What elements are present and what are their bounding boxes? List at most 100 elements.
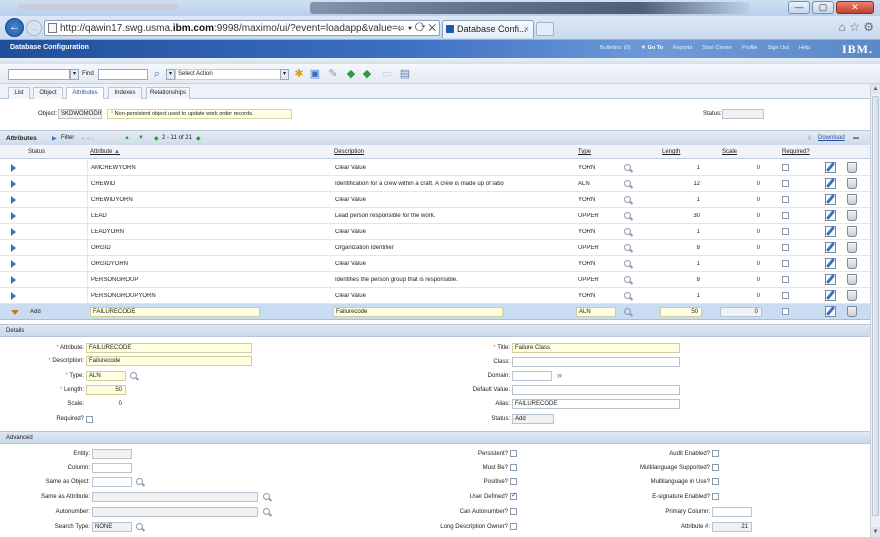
description-field[interactable]: Failurecode bbox=[86, 356, 252, 366]
user-defined-checkbox[interactable] bbox=[510, 491, 517, 500]
col-length[interactable]: Length bbox=[662, 149, 680, 155]
maximize-button[interactable]: ▢ bbox=[812, 1, 834, 14]
table-row[interactable]: LEAD Lead person responsible for the work… bbox=[0, 208, 870, 224]
select-action-dropdown[interactable]: Select Action bbox=[175, 69, 285, 80]
autonumber-lookup-icon[interactable] bbox=[263, 508, 270, 515]
delete-row-icon[interactable] bbox=[847, 274, 857, 285]
back-button[interactable]: ← bbox=[5, 18, 24, 37]
bulletin-icon[interactable]: ▭ bbox=[380, 67, 394, 81]
type-field[interactable]: ALN bbox=[86, 371, 126, 381]
row-required-checkbox[interactable] bbox=[782, 228, 789, 235]
alias-field[interactable]: FAILURECODE bbox=[512, 399, 680, 409]
forward-button[interactable]: → bbox=[26, 20, 42, 36]
select-action-arrow[interactable]: ▾ bbox=[166, 69, 175, 80]
row-expand-icon[interactable] bbox=[11, 276, 16, 284]
edit-row-icon[interactable] bbox=[825, 258, 836, 269]
row-scale-input[interactable]: 0 bbox=[720, 307, 762, 317]
edit-row-icon[interactable] bbox=[825, 194, 836, 205]
column-field[interactable] bbox=[92, 463, 132, 473]
tab-list[interactable]: List bbox=[8, 87, 30, 99]
previous-record-icon[interactable]: ◆ bbox=[344, 67, 358, 81]
edit-row-icon[interactable] bbox=[825, 274, 836, 285]
row-attribute[interactable]: AMCREWYORN bbox=[91, 165, 321, 171]
default-value-field[interactable] bbox=[512, 385, 680, 395]
row-length-input[interactable]: 50 bbox=[660, 307, 702, 317]
row-required-checkbox[interactable] bbox=[782, 196, 789, 203]
required-checkbox[interactable] bbox=[86, 416, 93, 423]
download-link[interactable]: Download bbox=[818, 135, 845, 141]
type-lookup-icon[interactable] bbox=[624, 196, 631, 203]
address-bar-tools[interactable]: ⌕ ▾ ⟳ ✕ bbox=[400, 23, 439, 34]
row-required-checkbox[interactable] bbox=[782, 164, 789, 171]
new-tab-button[interactable] bbox=[536, 22, 554, 36]
reports-link[interactable]: Reports bbox=[673, 45, 692, 51]
new-record-icon[interactable]: ✱ bbox=[292, 67, 306, 81]
row-required-checkbox[interactable] bbox=[782, 292, 789, 299]
class-field[interactable] bbox=[512, 357, 680, 367]
row-required-checkbox[interactable] bbox=[782, 244, 789, 251]
row-expand-icon[interactable] bbox=[11, 292, 16, 300]
autonumber-field[interactable] bbox=[92, 507, 258, 517]
row-attribute[interactable]: ORGID bbox=[91, 245, 321, 251]
browser-tab-database-config[interactable]: Database Confi... × bbox=[442, 20, 534, 38]
edit-row-icon[interactable] bbox=[825, 226, 836, 237]
row-attribute[interactable]: LEADYORN bbox=[91, 229, 321, 235]
entity-field[interactable] bbox=[92, 449, 132, 459]
row-expand-icon[interactable] bbox=[11, 228, 16, 236]
row-attribute[interactable]: CREWID bbox=[91, 181, 321, 187]
delete-row-icon[interactable] bbox=[847, 194, 857, 205]
same-as-attribute-field[interactable] bbox=[92, 492, 258, 502]
address-bar[interactable]: http://qawin17.swg.usma.ibm.com:9998/max… bbox=[44, 20, 440, 36]
delete-row-icon[interactable] bbox=[847, 290, 857, 301]
row-attribute[interactable]: CREWIDYORN bbox=[91, 197, 321, 203]
col-description[interactable]: Description bbox=[334, 149, 364, 155]
row-expand-icon[interactable] bbox=[11, 212, 16, 220]
download-icon[interactable]: ⇩ bbox=[807, 135, 812, 142]
scroll-down-icon[interactable]: ▼ bbox=[871, 527, 880, 537]
multilanguage-supported-checkbox[interactable] bbox=[712, 464, 719, 471]
tab-object[interactable]: Object bbox=[33, 87, 63, 99]
type-lookup-icon[interactable] bbox=[624, 212, 631, 219]
same-as-object-lookup-icon[interactable] bbox=[136, 478, 143, 485]
row-attribute[interactable]: ORGIDYORN bbox=[91, 261, 321, 267]
type-lookup-icon[interactable] bbox=[624, 244, 631, 251]
can-autonumber-checkbox[interactable] bbox=[510, 508, 517, 515]
table-row[interactable]: CREWID Identification for a crew within a… bbox=[0, 176, 870, 192]
table-row[interactable]: ORGIDYORN Clear Value YORN 1 0 bbox=[0, 256, 870, 272]
edit-row-icon[interactable] bbox=[825, 210, 836, 221]
row-attribute[interactable]: PERSONGROUPYORN bbox=[91, 293, 321, 299]
detail-status-field[interactable]: Add bbox=[512, 414, 554, 424]
esignature-checkbox[interactable] bbox=[712, 493, 719, 500]
must-be-checkbox[interactable] bbox=[510, 464, 517, 471]
edit-row-icon[interactable] bbox=[825, 178, 836, 189]
type-lookup-icon[interactable] bbox=[624, 292, 631, 299]
prev-icon[interactable]: ◆ bbox=[154, 135, 159, 142]
table-row[interactable]: PERSONGROUPYORN Clear Value YORN 1 0 bbox=[0, 288, 870, 304]
row-required-checkbox[interactable] bbox=[782, 308, 789, 315]
type-lookup-icon[interactable] bbox=[624, 180, 631, 187]
type-lookup-icon[interactable] bbox=[130, 372, 137, 379]
delete-row-icon[interactable] bbox=[847, 242, 857, 253]
search-type-field[interactable]: NONE bbox=[92, 522, 132, 532]
positive-checkbox[interactable] bbox=[510, 478, 517, 485]
minimize-button[interactable]: — bbox=[788, 1, 810, 14]
table-row-selected[interactable]: Add FAILURECODE Failurecode ALN 50 0 bbox=[0, 304, 870, 320]
previous-page-icon[interactable]: ▲ bbox=[124, 135, 130, 141]
table-row[interactable]: PERSONGROUP Identifies the person group t… bbox=[0, 272, 870, 288]
type-lookup-icon[interactable] bbox=[624, 228, 631, 235]
edit-row-icon[interactable] bbox=[825, 290, 836, 301]
length-field[interactable]: 50 bbox=[86, 385, 126, 395]
edit-row-icon[interactable] bbox=[825, 242, 836, 253]
type-lookup-icon[interactable] bbox=[624, 308, 631, 315]
scroll-up-icon[interactable]: ▲ bbox=[871, 84, 880, 94]
col-required[interactable]: Required? bbox=[782, 149, 810, 155]
status-field[interactable] bbox=[722, 109, 764, 119]
delete-row-icon[interactable] bbox=[847, 178, 857, 189]
table-row[interactable]: LEADYORN Clear Value YORN 1 0 bbox=[0, 224, 870, 240]
page-scrollbar[interactable]: ▲ ▼ bbox=[870, 84, 880, 537]
persistent-checkbox[interactable] bbox=[510, 450, 517, 457]
report-icon[interactable]: ▤ bbox=[398, 67, 412, 81]
help-link[interactable]: Help bbox=[799, 45, 810, 51]
delete-row-icon[interactable] bbox=[847, 306, 857, 317]
row-attribute-input[interactable]: FAILURECODE bbox=[90, 307, 260, 317]
